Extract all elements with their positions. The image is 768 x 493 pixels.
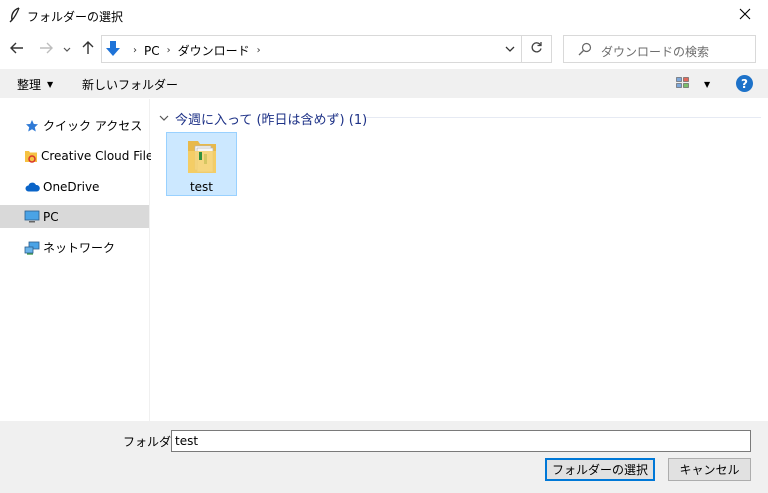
- feather-icon: [8, 7, 22, 23]
- help-button[interactable]: ?: [736, 75, 753, 92]
- recent-locations-button[interactable]: [60, 38, 74, 60]
- back-button[interactable]: [6, 38, 28, 60]
- close-button[interactable]: [722, 0, 768, 30]
- sidebar-item-pc[interactable]: PC: [0, 205, 149, 228]
- breadcrumb: › PC › ダウンロード ›: [126, 42, 268, 59]
- file-list: 今週に入って (昨日は含めず) (1) test: [151, 99, 768, 421]
- refresh-icon: [530, 41, 543, 57]
- select-folder-button[interactable]: フォルダーの選択: [545, 458, 655, 481]
- search-icon: [578, 42, 592, 59]
- folder-name: test: [189, 180, 214, 194]
- up-button[interactable]: [78, 38, 98, 60]
- address-dropdown-icon[interactable]: [505, 42, 515, 59]
- new-folder-button[interactable]: 新しいフォルダー: [82, 76, 178, 93]
- command-bar: 整理 ▼ 新しいフォルダー ▼ ?: [0, 69, 768, 98]
- folder-name-field[interactable]: test: [171, 430, 751, 452]
- creative-cloud-icon: [24, 148, 38, 164]
- star-icon: [24, 118, 40, 134]
- title-bar: フォルダーの選択: [0, 0, 768, 30]
- window-title: フォルダーの選択: [27, 10, 124, 24]
- sidebar-item-label: ネットワーク: [43, 241, 116, 255]
- sidebar-item-onedrive[interactable]: OneDrive: [0, 175, 149, 198]
- help-icon: ?: [741, 76, 748, 91]
- caret-down-icon: ▼: [47, 80, 54, 89]
- cloud-icon: [24, 179, 40, 195]
- navigation-pane: クイック アクセス Creative Cloud Files OneDrive …: [0, 99, 160, 421]
- group-divider: [366, 117, 761, 118]
- chevron-down-icon: [63, 42, 71, 56]
- folder-item[interactable]: test: [166, 132, 237, 196]
- arrow-up-icon: [82, 40, 94, 58]
- search-input[interactable]: ダウンロードの検索: [563, 35, 756, 63]
- arrow-right-icon: [39, 42, 53, 57]
- monitor-icon: [24, 209, 40, 225]
- cancel-button[interactable]: キャンセル: [668, 458, 751, 481]
- close-icon: [739, 8, 751, 23]
- dialog-footer: フォルダー: test フォルダーの選択 キャンセル: [0, 421, 768, 493]
- group-header[interactable]: 今週に入って (昨日は含めず) (1): [159, 109, 367, 128]
- breadcrumb-separator[interactable]: ›: [133, 45, 137, 56]
- sidebar-item-creative-cloud[interactable]: Creative Cloud Files: [0, 144, 160, 167]
- breadcrumb-separator[interactable]: ›: [167, 45, 171, 56]
- sidebar-item-label: Creative Cloud Files: [41, 148, 160, 163]
- breadcrumb-separator[interactable]: ›: [257, 45, 261, 56]
- breadcrumb-item-pc[interactable]: PC: [144, 44, 160, 58]
- caret-down-icon: ▼: [704, 80, 711, 89]
- search-placeholder: ダウンロードの検索: [601, 45, 710, 59]
- sidebar-item-label: クイック アクセス: [43, 119, 143, 133]
- sidebar-item-label: OneDrive: [43, 179, 100, 194]
- new-folder-label: 新しいフォルダー: [82, 78, 179, 92]
- group-header-label: 今週に入って (昨日は含めず) (1): [175, 113, 368, 128]
- chevron-down-icon: [159, 111, 169, 126]
- arrow-left-icon: [10, 42, 24, 57]
- download-arrow-icon: [105, 40, 121, 61]
- sidebar-item-label: PC: [43, 209, 59, 224]
- view-options-icon: [676, 77, 690, 92]
- navigation-bar: › PC › ダウンロード › ダウンロードの検索: [0, 33, 768, 65]
- address-bar[interactable]: › PC › ダウンロード ›: [101, 35, 522, 63]
- refresh-button[interactable]: [521, 35, 552, 63]
- forward-button[interactable]: [35, 38, 57, 60]
- sidebar-item-network[interactable]: ネットワーク: [0, 236, 149, 259]
- network-icon: [24, 240, 40, 256]
- folder-icon: [186, 137, 218, 178]
- organize-button[interactable]: 整理 ▼: [17, 76, 53, 93]
- breadcrumb-item-downloads[interactable]: ダウンロード: [178, 42, 250, 59]
- organize-label: 整理: [17, 78, 42, 92]
- view-options-button[interactable]: ▼: [676, 77, 710, 92]
- sidebar-item-quick-access[interactable]: クイック アクセス: [0, 114, 149, 137]
